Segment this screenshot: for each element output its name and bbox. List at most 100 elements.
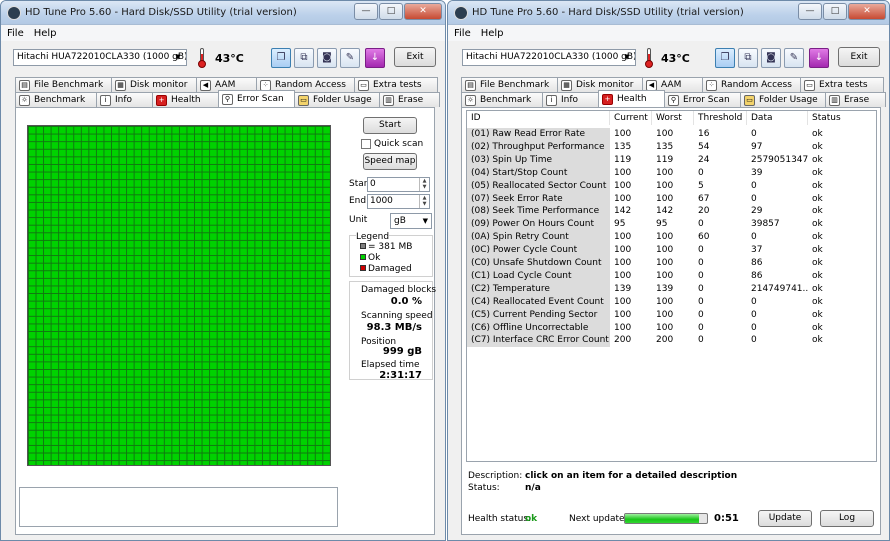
cell-status: ok xyxy=(812,167,823,178)
position-value: 999 gB xyxy=(382,346,422,357)
quick-scan-checkbox[interactable] xyxy=(361,139,371,149)
cell-worst: 100 xyxy=(656,180,674,191)
tab-extra-tests[interactable]: ▭ Extra tests xyxy=(354,77,438,92)
tab-folder-usage[interactable]: ▭ Folder Usage xyxy=(294,92,380,107)
tab-extra-tests[interactable]: ▭ Extra tests xyxy=(800,77,884,92)
options-icon[interactable]: ✎ xyxy=(784,48,804,68)
smart-table[interactable]: ID Current Worst Threshold Data Status (… xyxy=(466,110,877,462)
log-button[interactable]: Log xyxy=(820,510,874,527)
end-input[interactable]: 1000 ▲ ▼ xyxy=(367,194,430,209)
elapsed-time-label: Elapsed time xyxy=(361,360,420,370)
column-header-threshold[interactable]: Threshold xyxy=(694,111,747,125)
menu-help[interactable]: Help xyxy=(481,28,504,39)
tab-health[interactable]: + Health xyxy=(598,90,665,107)
cell-threshold: 16 xyxy=(698,129,710,139)
table-row[interactable]: (0C) Power Cycle Count 100 100 0 37 ok xyxy=(467,244,868,258)
maximize-button[interactable]: □ xyxy=(379,3,403,20)
table-row[interactable]: (01) Raw Read Error Rate 100 100 16 0 ok xyxy=(467,128,868,141)
copy-info-icon[interactable]: ❐ xyxy=(271,48,291,68)
close-button[interactable]: ✕ xyxy=(404,3,442,20)
tab-erase[interactable]: ▥ Erase xyxy=(379,92,440,107)
cell-data: 0 xyxy=(751,180,757,191)
table-row[interactable]: (C1) Load Cycle Count 100 100 0 86 ok xyxy=(467,269,868,283)
cell-id: (08) Seek Time Performance xyxy=(467,205,610,219)
cell-current: 100 xyxy=(614,322,632,333)
table-row[interactable]: (0A) Spin Retry Count 100 100 60 0 ok xyxy=(467,231,868,245)
screenshot-icon[interactable]: ◙ xyxy=(761,48,781,68)
tab-file-benchmark[interactable]: ▤ File Benchmark xyxy=(15,77,112,92)
table-row[interactable]: (02) Throughput Performance 135 135 54 97 ok xyxy=(467,140,868,154)
tab-random-access[interactable]: ⁘ Random Access xyxy=(702,77,801,92)
damaged-blocks-value: 0.0 % xyxy=(390,296,422,307)
save-icon[interactable]: ↓ xyxy=(365,48,385,68)
cell-status: ok xyxy=(812,141,823,152)
maximize-button[interactable]: □ xyxy=(823,3,847,20)
options-icon[interactable]: ✎ xyxy=(340,48,360,68)
file-benchmark-icon: ▤ xyxy=(19,79,30,91)
table-row[interactable]: (05) Reallocated Sector Count 100 100 5 0 ok xyxy=(467,179,868,193)
cell-current: 100 xyxy=(614,258,632,268)
table-row[interactable]: (07) Seek Error Rate 100 100 67 0 ok xyxy=(467,192,868,206)
table-row[interactable]: (C2) Temperature 139 139 0 214749741... ok xyxy=(467,282,868,296)
cell-current: 100 xyxy=(614,296,632,307)
tab-benchmark[interactable]: ☼ Benchmark xyxy=(461,92,543,107)
cell-data: 0 xyxy=(751,335,757,346)
table-row[interactable]: (08) Seek Time Performance 142 142 20 29 ok xyxy=(467,205,868,219)
drive-select[interactable]: Hitachi HUA722010CLA330 (1000 gB) ▼ xyxy=(462,49,636,66)
tab-info[interactable]: i Info xyxy=(96,92,153,107)
screenshot-icon[interactable]: ◙ xyxy=(317,48,337,68)
trash-icon: ▥ xyxy=(829,94,840,106)
column-header-worst[interactable]: Worst xyxy=(652,111,694,125)
cell-current: 119 xyxy=(614,154,632,165)
table-row[interactable]: (C0) Unsafe Shutdown Count 100 100 0 86 ok xyxy=(467,257,868,270)
speed-map-button[interactable]: Speed map xyxy=(363,153,417,170)
unit-select[interactable]: gB ▼ xyxy=(390,213,432,229)
table-row[interactable]: (03) Spin Up Time 119 119 24 25790513470 ok xyxy=(467,153,868,167)
close-button[interactable]: ✕ xyxy=(848,3,886,20)
cell-status: ok xyxy=(812,232,823,243)
spinner-icon[interactable]: ▲ ▼ xyxy=(419,195,429,208)
exit-button[interactable]: Exit xyxy=(394,47,436,67)
minimize-button[interactable]: — xyxy=(798,3,822,20)
tab-health[interactable]: + Health xyxy=(152,92,219,107)
cell-worst: 100 xyxy=(656,258,674,268)
table-row[interactable]: (C5) Current Pending Sector 100 100 0 0 ok xyxy=(467,308,868,322)
save-icon[interactable]: ↓ xyxy=(809,48,829,68)
tab-error-scan[interactable]: ⚲ Error Scan xyxy=(664,92,741,107)
start-scan-button[interactable]: Start xyxy=(363,117,417,134)
scan-log-box[interactable] xyxy=(19,487,338,527)
exit-button[interactable]: Exit xyxy=(838,47,880,67)
table-row[interactable]: (C4) Reallocated Event Count 100 100 0 0 ok xyxy=(467,295,868,309)
title-bar[interactable]: HD Tune Pro 5.60 - Hard Disk/SSD Utility… xyxy=(448,1,889,25)
table-row[interactable]: (04) Start/Stop Count 100 100 0 39 ok xyxy=(467,166,868,180)
title-bar[interactable]: HD Tune Pro 5.60 - Hard Disk/SSD Utility… xyxy=(1,1,445,25)
update-button[interactable]: Update xyxy=(758,510,812,527)
menu-file[interactable]: File xyxy=(7,28,24,39)
minimize-button[interactable]: — xyxy=(354,3,378,20)
column-header-id[interactable]: ID xyxy=(467,111,610,125)
cell-worst: 95 xyxy=(656,219,668,230)
tab-error-scan[interactable]: ⚲ Error Scan xyxy=(218,90,295,107)
tab-erase[interactable]: ▥ Erase xyxy=(825,92,886,107)
tab-info[interactable]: i Info xyxy=(542,92,599,107)
copy-screen-icon[interactable]: ⧉ xyxy=(738,48,758,68)
table-row[interactable]: (09) Power On Hours Count 95 95 0 39857 ok xyxy=(467,218,868,232)
table-row[interactable]: (C6) Offline Uncorrectable 100 100 0 0 ok xyxy=(467,321,868,335)
copy-screen-icon[interactable]: ⧉ xyxy=(294,48,314,68)
start-input[interactable]: 0 ▲ ▼ xyxy=(367,177,430,192)
tab-disk-monitor[interactable]: ▦ Disk monitor xyxy=(111,77,197,92)
menu-file[interactable]: File xyxy=(454,28,471,39)
tab-benchmark[interactable]: ☼ Benchmark xyxy=(15,92,97,107)
menu-help[interactable]: Help xyxy=(34,28,57,39)
spinner-icon[interactable]: ▲ ▼ xyxy=(419,178,429,191)
tab-file-benchmark[interactable]: ▤ File Benchmark xyxy=(461,77,558,92)
drive-select[interactable]: Hitachi HUA722010CLA330 (1000 gB) ▼ xyxy=(13,49,187,66)
column-header-data[interactable]: Data xyxy=(747,111,808,125)
cell-worst: 100 xyxy=(656,129,674,139)
table-row[interactable]: (C7) Interface CRC Error Count 200 200 0 0 ok xyxy=(467,334,868,348)
tab-folder-usage[interactable]: ▭ Folder Usage xyxy=(740,92,826,107)
column-header-current[interactable]: Current xyxy=(610,111,652,125)
window-title: HD Tune Pro 5.60 - Hard Disk/SSD Utility… xyxy=(25,7,297,18)
column-header-status[interactable]: Status xyxy=(808,111,868,125)
copy-info-icon[interactable]: ❐ xyxy=(715,48,735,68)
